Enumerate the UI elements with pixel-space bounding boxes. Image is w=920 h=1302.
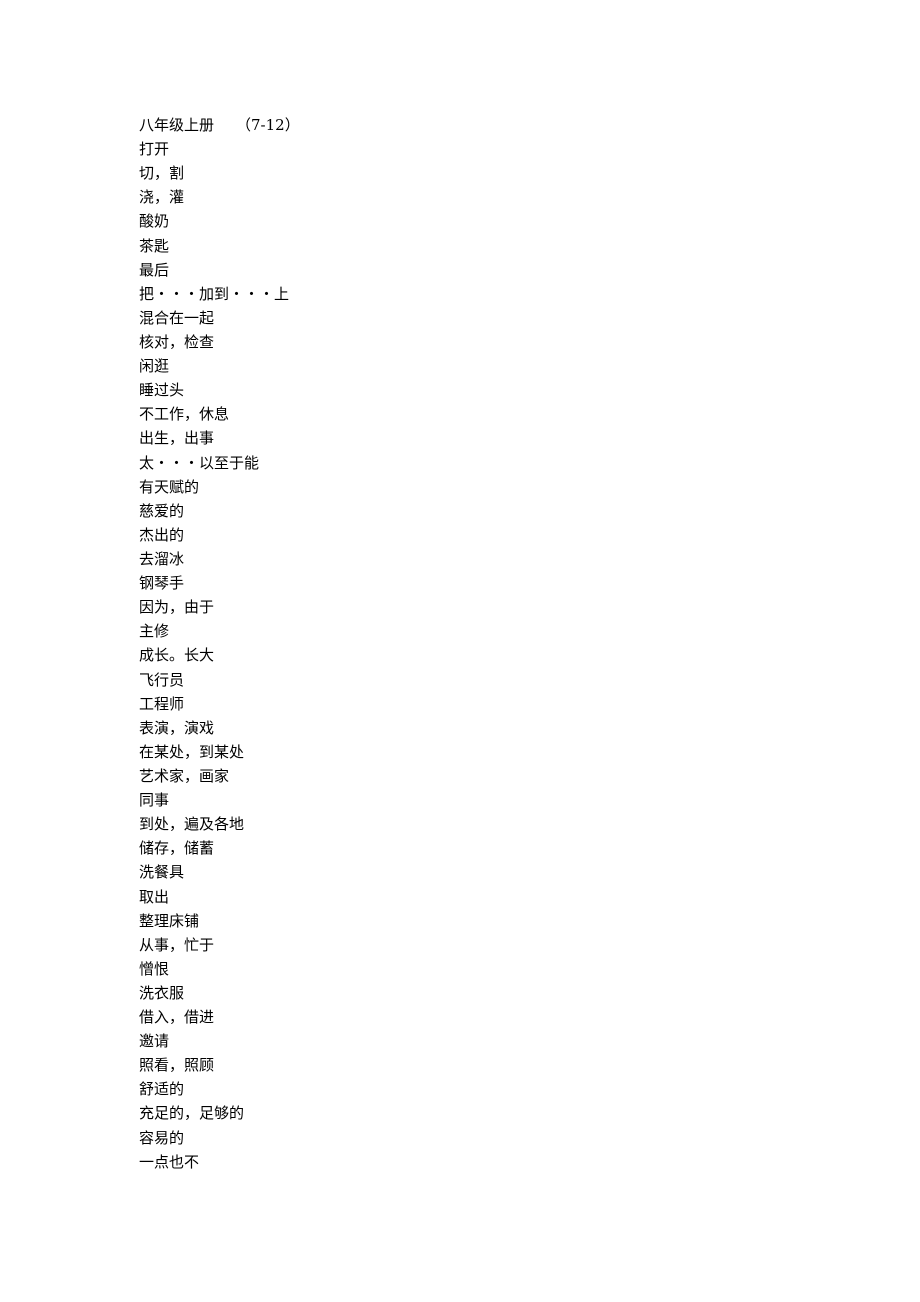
vocabulary-entry: 舒适的 <box>139 1080 185 1099</box>
vocabulary-entry: 茶匙 <box>139 236 170 255</box>
vocabulary-entry: 憎恨 <box>139 959 170 978</box>
vocabulary-entry: 储存，储蓄 <box>139 839 215 858</box>
vocabulary-entry: 取出 <box>139 887 170 906</box>
vocabulary-entry: 太・・・以至于能 <box>139 453 260 472</box>
vocabulary-entry: 艺术家，画家 <box>139 766 230 785</box>
vocabulary-entry: 照看，照顾 <box>139 1056 215 1075</box>
vocabulary-entry: 同事 <box>139 791 170 810</box>
vocabulary-list: 打开切，割浇，灌酸奶茶匙最后把・・・加到・・・上 混合在一起核对，检查闲逛睡过头不… <box>139 137 839 1174</box>
vocabulary-entry: 去溜冰 <box>139 549 185 568</box>
vocabulary-entry: 洗餐具 <box>139 863 185 882</box>
vocabulary-entry: 混合在一起 <box>139 308 215 327</box>
vocabulary-entry: 容易的 <box>139 1128 185 1147</box>
vocabulary-entry: 最后 <box>139 260 170 279</box>
vocabulary-entry: 从事，忙于 <box>139 935 215 954</box>
title-range: （7-12） <box>236 116 300 134</box>
vocabulary-entry: 工程师 <box>139 694 185 713</box>
vocabulary-entry: 出生，出事 <box>139 429 215 448</box>
vocabulary-entry: 杰出的 <box>139 525 185 544</box>
vocabulary-entry: 因为，由于 <box>139 598 215 617</box>
vocabulary-entry: 切，割 <box>139 164 185 183</box>
vocabulary-entry: 钢琴手 <box>139 574 185 593</box>
vocabulary-entry: 闲逛 <box>139 357 170 376</box>
vocabulary-entry: 洗衣服 <box>139 983 185 1002</box>
vocabulary-entry: 打开 <box>139 140 170 159</box>
vocabulary-entry: 整理床铺 <box>139 911 200 930</box>
vocabulary-entry: 一点也不 <box>139 1152 200 1171</box>
vocabulary-entry: 邀请 <box>139 1032 170 1051</box>
vocabulary-entry: 成长。长大 <box>139 646 215 665</box>
vocabulary-entry: 在某处，到某处 <box>139 742 245 761</box>
vocabulary-entry: 主修 <box>139 622 170 641</box>
vocabulary-entry: 飞行员 <box>139 670 185 689</box>
vocabulary-entry: 表演，演戏 <box>139 718 215 737</box>
document-page: 八年级上册 （7-12） 打开切，割浇，灌酸奶茶匙最后把・・・加到・・・上 混合在一… <box>139 113 839 1174</box>
vocabulary-entry: 睡过头 <box>139 381 185 400</box>
vocabulary-entry: 核对，检查 <box>139 332 215 351</box>
title-text: 八年级上册 <box>139 116 215 134</box>
vocabulary-entry: 借入，借进 <box>139 1008 215 1027</box>
vocabulary-entry: 酸奶 <box>139 212 170 231</box>
vocabulary-entry: 充足的，足够的 <box>139 1104 245 1123</box>
vocabulary-entry: 把・・・加到・・・上 <box>139 284 290 303</box>
vocabulary-entry: 浇，灌 <box>139 188 185 207</box>
document-title: 八年级上册 （7-12） <box>139 113 839 137</box>
vocabulary-entry: 到处，遍及各地 <box>139 815 245 834</box>
vocabulary-entry: 不工作，休息 <box>139 405 230 424</box>
vocabulary-entry: 慈爱的 <box>139 501 185 520</box>
vocabulary-entry: 有天赋的 <box>139 477 200 496</box>
